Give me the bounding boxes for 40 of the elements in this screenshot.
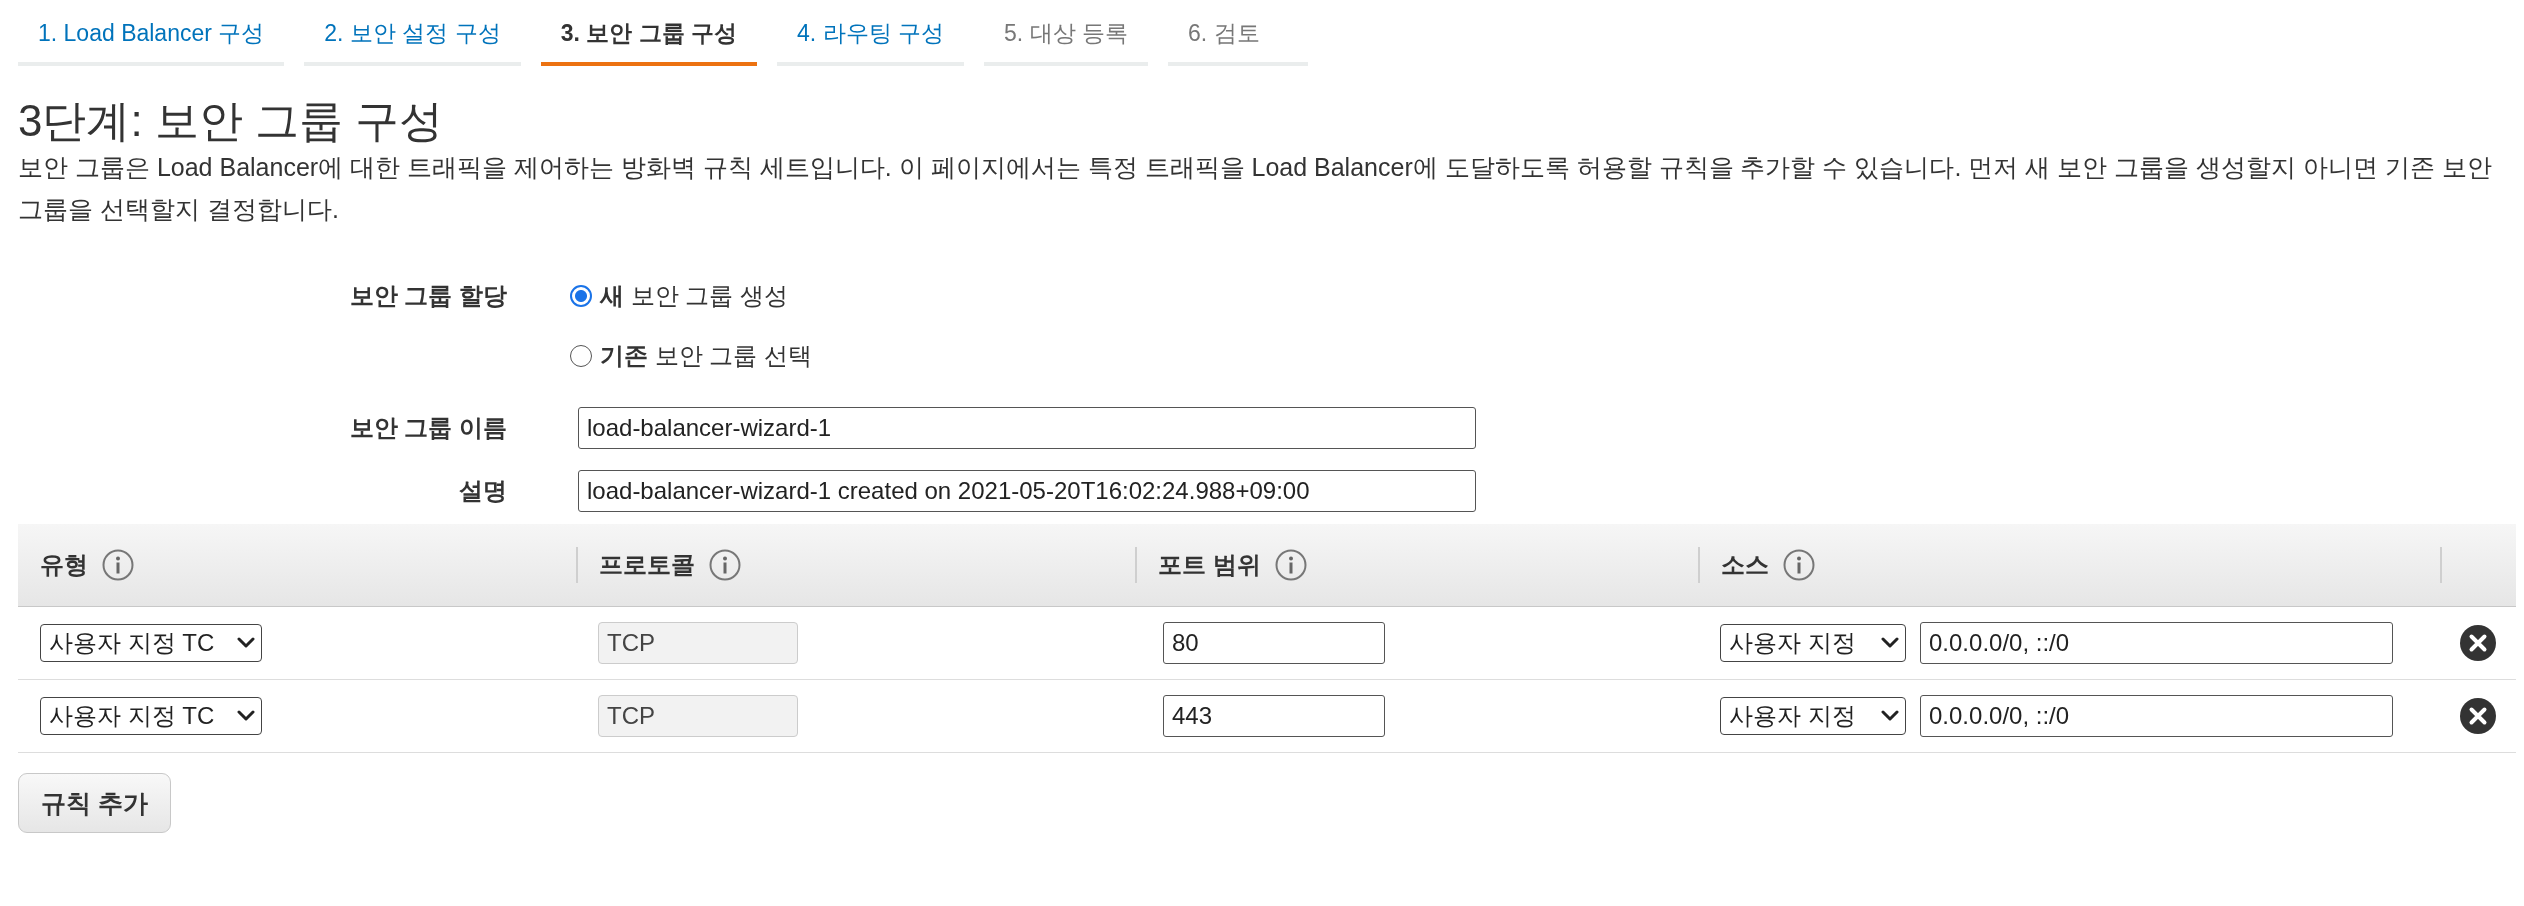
port-range-field[interactable]: 443: [1163, 695, 1385, 737]
field-label: 보안 그룹 할당: [349, 281, 507, 311]
info-icon[interactable]: [709, 549, 741, 581]
caret-icon: [1881, 710, 1899, 722]
port-range-field[interactable]: 80: [1163, 622, 1385, 664]
column-header: 유형: [40, 550, 88, 580]
source-field[interactable]: 0.0.0.0/0, ::/0: [1920, 622, 2393, 664]
caret-icon: [237, 637, 255, 649]
remove-icon[interactable]: [2460, 698, 2496, 734]
add-rule-button[interactable]: 규칙 추가: [18, 773, 171, 833]
column-header: 소스: [1721, 550, 1769, 580]
remove-icon[interactable]: [2460, 625, 2496, 661]
type-dropdown[interactable]: 사용자 지정 TC: [40, 624, 262, 662]
source-dropdown[interactable]: 사용자 지정: [1720, 624, 1906, 662]
wizard-step-tab[interactable]: 4. 라우팅 구성: [777, 14, 964, 66]
field-label: 설명: [459, 476, 507, 506]
wizard-step-tab[interactable]: 1. Load Balancer 구성: [18, 14, 285, 66]
text-field[interactable]: load-balancer-wizard-1 created on 2021-05-20T16:02:24.988+09:00: [578, 470, 1476, 512]
source-dropdown[interactable]: 사용자 지정: [1720, 697, 1906, 735]
protocol-field: TCP: [598, 695, 798, 737]
source-field[interactable]: 0.0.0.0/0, ::/0: [1920, 695, 2393, 737]
radio-label[interactable]: 기존 보안 그룹 선택: [600, 340, 812, 372]
text-field[interactable]: load-balancer-wizard-1: [578, 407, 1476, 449]
radio-label[interactable]: 새 보안 그룹 생성: [600, 280, 788, 312]
type-dropdown[interactable]: 사용자 지정 TC: [40, 697, 262, 735]
info-icon[interactable]: [1274, 549, 1307, 581]
radio-button[interactable]: [570, 345, 592, 367]
wizard-step-tab[interactable]: 2. 보안 설정 구성: [304, 14, 521, 66]
page-heading: 3단계: 보안 그룹 구성: [18, 96, 445, 146]
column-header: 포트 범위: [1158, 550, 1261, 580]
radio-button[interactable]: [570, 285, 592, 307]
column-header: 프로토콜: [599, 550, 695, 580]
protocol-field: TCP: [598, 622, 798, 664]
description-text: 보안 그룹은 Load Balancer에 대한 트래픽을 제어하는 방화벽 규칙 세트입니다. 이 페이지에서는 특정 트래픽을 Load Balancer에 도달하도록 허용할 규칙을 추가할 수 있습니다. 먼저 새 보안 그룹을 생성할지 아니면 기존 보안 그룹을 선택할지 결정합니다.: [18, 152, 2493, 225]
wizard-step-tab[interactable]: 3. 보안 그룹 구성: [540, 14, 757, 66]
info-icon[interactable]: [1783, 549, 1815, 581]
caret-icon: [237, 710, 255, 722]
field-label: 보안 그룹 이름: [349, 413, 507, 443]
caret-icon: [1881, 637, 1899, 649]
info-icon[interactable]: [102, 549, 134, 581]
